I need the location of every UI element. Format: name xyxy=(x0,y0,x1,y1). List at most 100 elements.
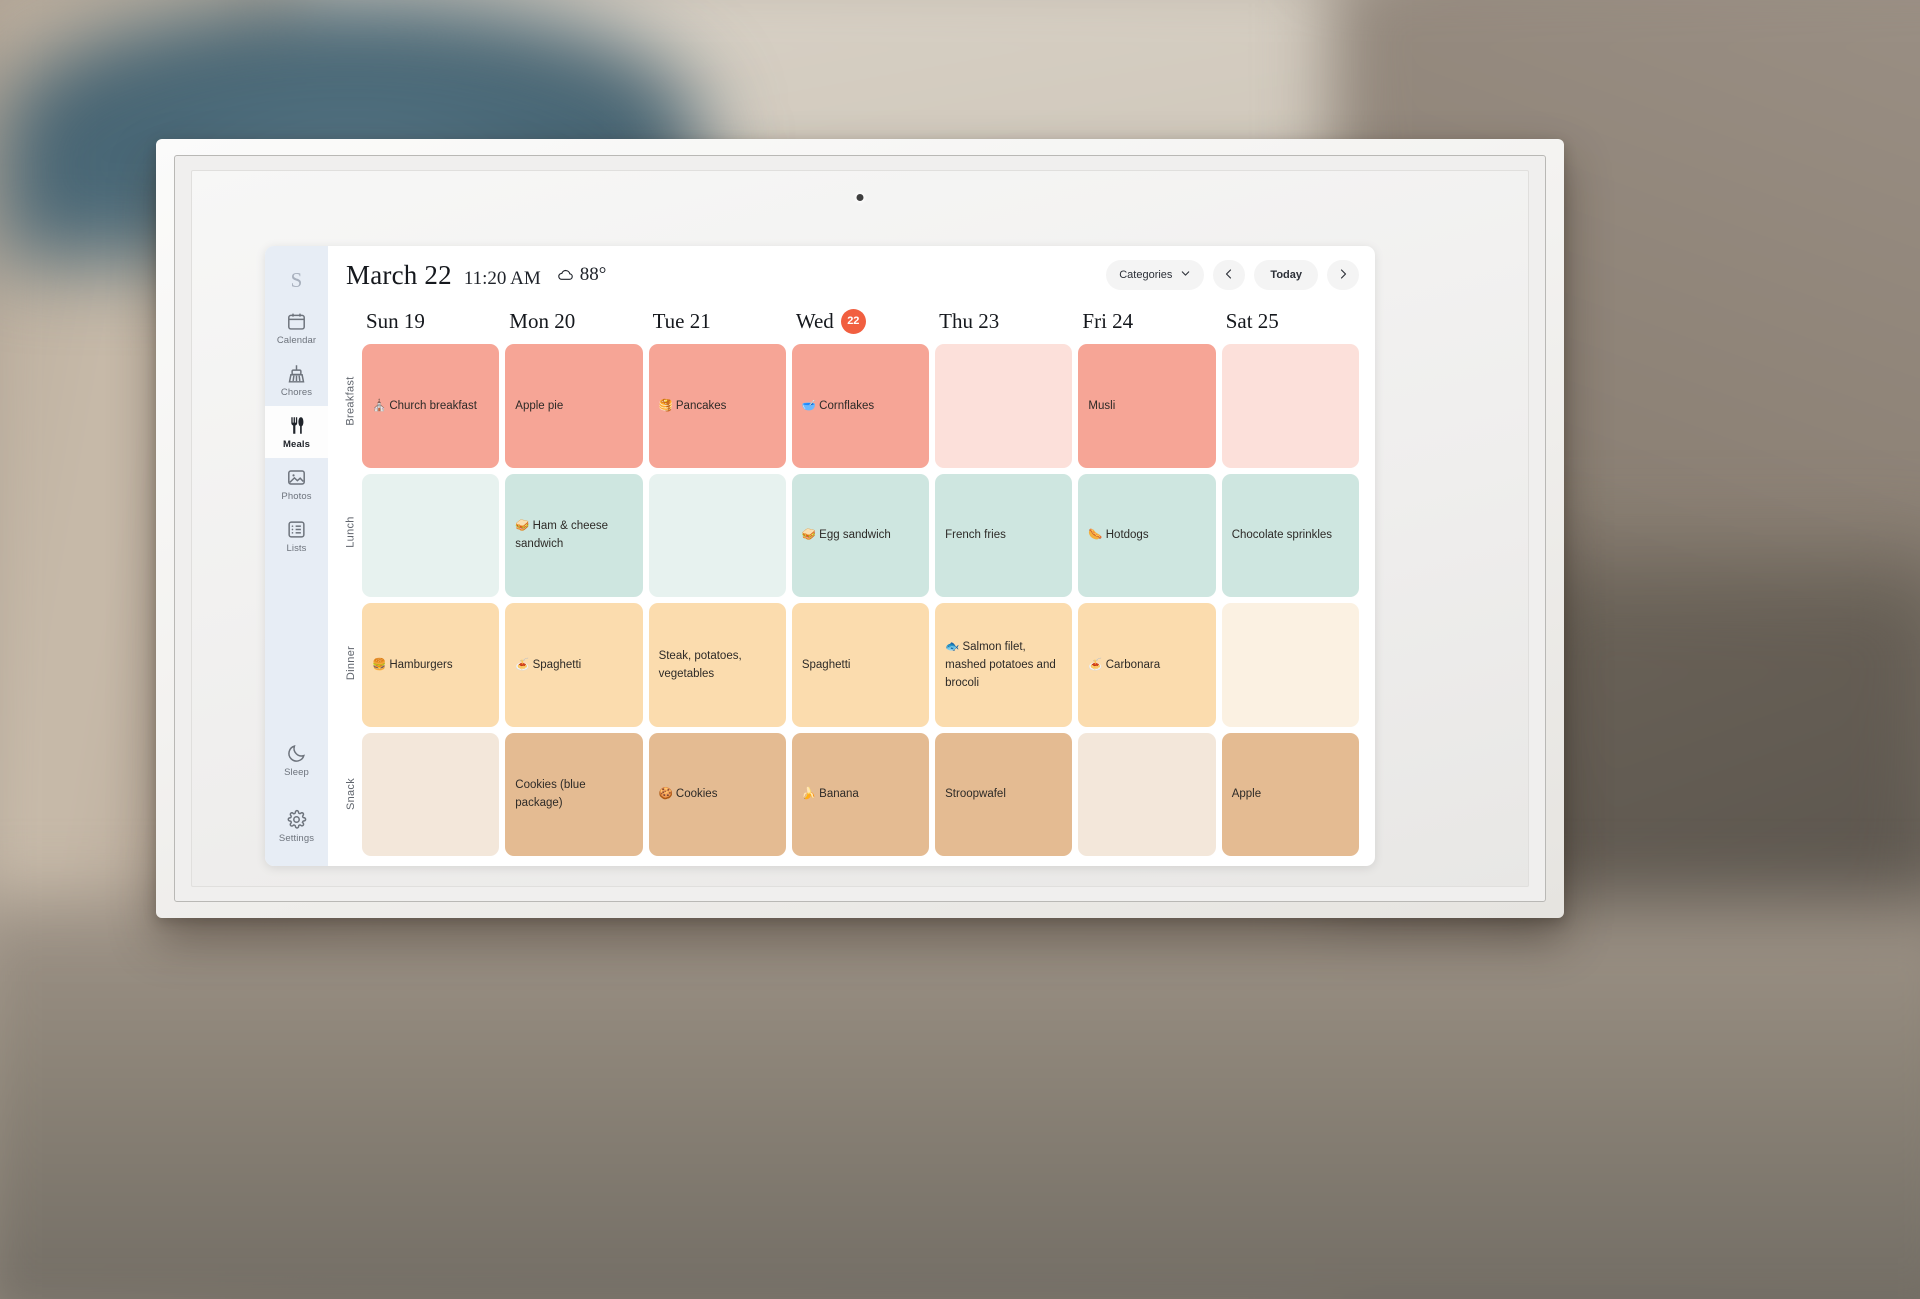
meal-cell[interactable]: 🍔 Hamburgers xyxy=(362,603,500,727)
meal-cell[interactable]: 🌭 Hotdogs xyxy=(1078,473,1216,597)
day-header-label: Tue 21 xyxy=(652,308,711,333)
row-label-lunch: Lunch xyxy=(340,469,362,594)
header-actions: Categories Today xyxy=(1106,260,1359,290)
day-header-fri[interactable]: Fri 24 xyxy=(1078,304,1215,338)
chevron-left-icon xyxy=(1223,268,1235,283)
meal-emoji-icon: 🥞 xyxy=(658,399,673,412)
meal-label: Apple pie xyxy=(515,399,564,412)
meal-label: Cookies (blue package) xyxy=(515,779,586,810)
meal-cell[interactable]: Steak, potatoes, vegetables xyxy=(648,603,786,727)
meal-cell-text: 🍝 Carbonara xyxy=(1088,656,1160,674)
sidebar-item-photos[interactable]: Photos xyxy=(265,458,328,510)
meal-emoji-icon: 🍌 xyxy=(801,788,817,801)
meal-cell[interactable]: Cookies (blue package) xyxy=(505,732,643,856)
temperature: 88° xyxy=(579,264,607,285)
today-badge: 22 xyxy=(840,308,866,334)
sidebar-secondary-nav: Sleep Settings xyxy=(265,734,328,852)
sidebar-item-lists[interactable]: Lists xyxy=(265,510,328,562)
meal-emoji-icon: 🥣 xyxy=(801,399,817,412)
meal-cell[interactable]: ⛪ Church breakfast xyxy=(362,344,500,468)
categories-button[interactable]: Categories xyxy=(1106,260,1205,290)
day-header-label: Sat 25 xyxy=(1225,308,1279,333)
day-header-mon[interactable]: Mon 20 xyxy=(505,304,642,338)
meal-cell[interactable]: 🍝 Spaghetti xyxy=(505,603,643,727)
meal-cell[interactable]: 🍝 Carbonara xyxy=(1078,603,1216,727)
today-button[interactable]: Today xyxy=(1254,260,1318,290)
day-header-label: Mon 20 xyxy=(509,308,576,333)
meal-cell-text: 🍔 Hamburgers xyxy=(372,656,453,674)
meal-label: Church breakfast xyxy=(389,399,477,412)
app-header: March 22 11:20 AM 88° Categories Today xyxy=(340,246,1359,304)
day-header-label: Fri 24 xyxy=(1082,308,1134,333)
meal-emoji-icon: 🥪 xyxy=(801,529,817,542)
broom-icon xyxy=(286,363,307,384)
meal-cell[interactable] xyxy=(362,732,500,856)
meal-cell-text: Stroopwafel xyxy=(945,785,1006,803)
sidebar-item-chores[interactable]: Chores xyxy=(265,354,328,406)
sidebar-item-calendar[interactable]: Calendar xyxy=(265,302,328,354)
meal-cell[interactable]: Apple xyxy=(1221,732,1359,856)
day-header-sun[interactable]: Sun 19 xyxy=(362,304,499,338)
meal-cell[interactable]: 🥪 Egg sandwich xyxy=(791,473,930,597)
meal-label: Musli xyxy=(1088,399,1116,412)
meal-cell-text: Spaghetti xyxy=(802,656,851,674)
meal-cell-text: Apple pie xyxy=(515,397,563,415)
day-header-sat[interactable]: Sat 25 xyxy=(1222,304,1359,338)
meal-label: Steak, potatoes, vegetables xyxy=(658,649,742,680)
day-header-thu[interactable]: Thu 23 xyxy=(935,304,1072,338)
meal-label: Hotdogs xyxy=(1105,529,1149,542)
meal-cell[interactable]: Chocolate sprinkles xyxy=(1221,473,1359,597)
meal-cell[interactable] xyxy=(1221,344,1359,468)
meal-planner-app: S Calendar Chores Meals Photos Lists Sle… xyxy=(265,246,1375,866)
meal-cell[interactable]: 🍪 Cookies xyxy=(648,732,786,856)
meal-cell-text: 🌭 Hotdogs xyxy=(1088,526,1148,544)
meal-label: Cookies xyxy=(675,788,718,801)
chevron-right-icon xyxy=(1337,268,1349,283)
day-header-tue[interactable]: Tue 21 xyxy=(649,304,786,338)
row-label-text: Snack xyxy=(345,777,358,810)
app-logo: S xyxy=(290,267,303,292)
meal-cell[interactable]: 🥣 Cornflakes xyxy=(791,344,930,468)
meal-label: French fries xyxy=(945,529,1006,542)
meal-cell-text: 🍌 Banana xyxy=(802,785,859,803)
meal-cell-text: 🥞 Pancakes xyxy=(659,397,727,415)
meal-cell-text: 🥪 Ham & cheese sandwich xyxy=(515,517,632,553)
row-label-breakfast: Breakfast xyxy=(340,338,362,463)
meal-cell[interactable]: Musli xyxy=(1078,344,1216,468)
row-label-dinner: Dinner xyxy=(340,600,362,725)
meal-cell[interactable]: Stroopwafel xyxy=(935,732,1073,856)
sidebar-item-meals[interactable]: Meals xyxy=(265,406,328,458)
meal-cell[interactable]: Spaghetti xyxy=(791,603,930,727)
prev-week-button[interactable] xyxy=(1213,260,1246,290)
meal-cell[interactable] xyxy=(1078,732,1216,856)
meal-emoji-icon: 🍝 xyxy=(515,658,530,671)
camera-dot xyxy=(856,194,864,201)
sidebar-item-label: Calendar xyxy=(276,335,317,346)
meal-label: Banana xyxy=(819,788,859,801)
meal-cell[interactable]: 🐟 Salmon filet, mashed potatoes and broco… xyxy=(935,603,1073,727)
next-week-button[interactable] xyxy=(1327,260,1359,290)
meal-cell[interactable] xyxy=(1221,603,1359,727)
meal-cell[interactable] xyxy=(648,473,786,597)
sidebar-item-settings[interactable]: Settings xyxy=(265,800,328,852)
meal-emoji-icon: ⛪ xyxy=(372,399,387,412)
meal-cell[interactable] xyxy=(935,344,1073,468)
sidebar-primary-nav: Calendar Chores Meals Photos Lists xyxy=(265,302,328,562)
meal-cell[interactable] xyxy=(362,473,500,597)
meal-label: Spaghetti xyxy=(532,658,582,671)
meal-emoji-icon: 🌭 xyxy=(1088,529,1103,542)
meal-cell[interactable]: 🥞 Pancakes xyxy=(648,344,786,468)
meal-cell-text: Steak, potatoes, vegetables xyxy=(659,647,776,683)
categories-label: Categories xyxy=(1119,269,1173,281)
day-header-wed[interactable]: Wed 22 xyxy=(792,304,929,338)
meal-cell[interactable]: 🍌 Banana xyxy=(791,732,930,856)
sidebar-item-sleep[interactable]: Sleep xyxy=(265,734,328,786)
meal-row-labels: Breakfast Lunch Dinner Snack xyxy=(340,304,362,856)
meal-cell[interactable]: French fries xyxy=(935,473,1073,597)
meal-cell[interactable]: Apple pie xyxy=(505,344,643,468)
meal-cell-text: Musli xyxy=(1088,397,1115,415)
meal-cell[interactable]: 🥪 Ham & cheese sandwich xyxy=(505,473,643,597)
meal-emoji-icon: 🍔 xyxy=(372,658,387,671)
meal-label: Spaghetti xyxy=(801,658,851,671)
calendar-icon xyxy=(286,311,307,332)
